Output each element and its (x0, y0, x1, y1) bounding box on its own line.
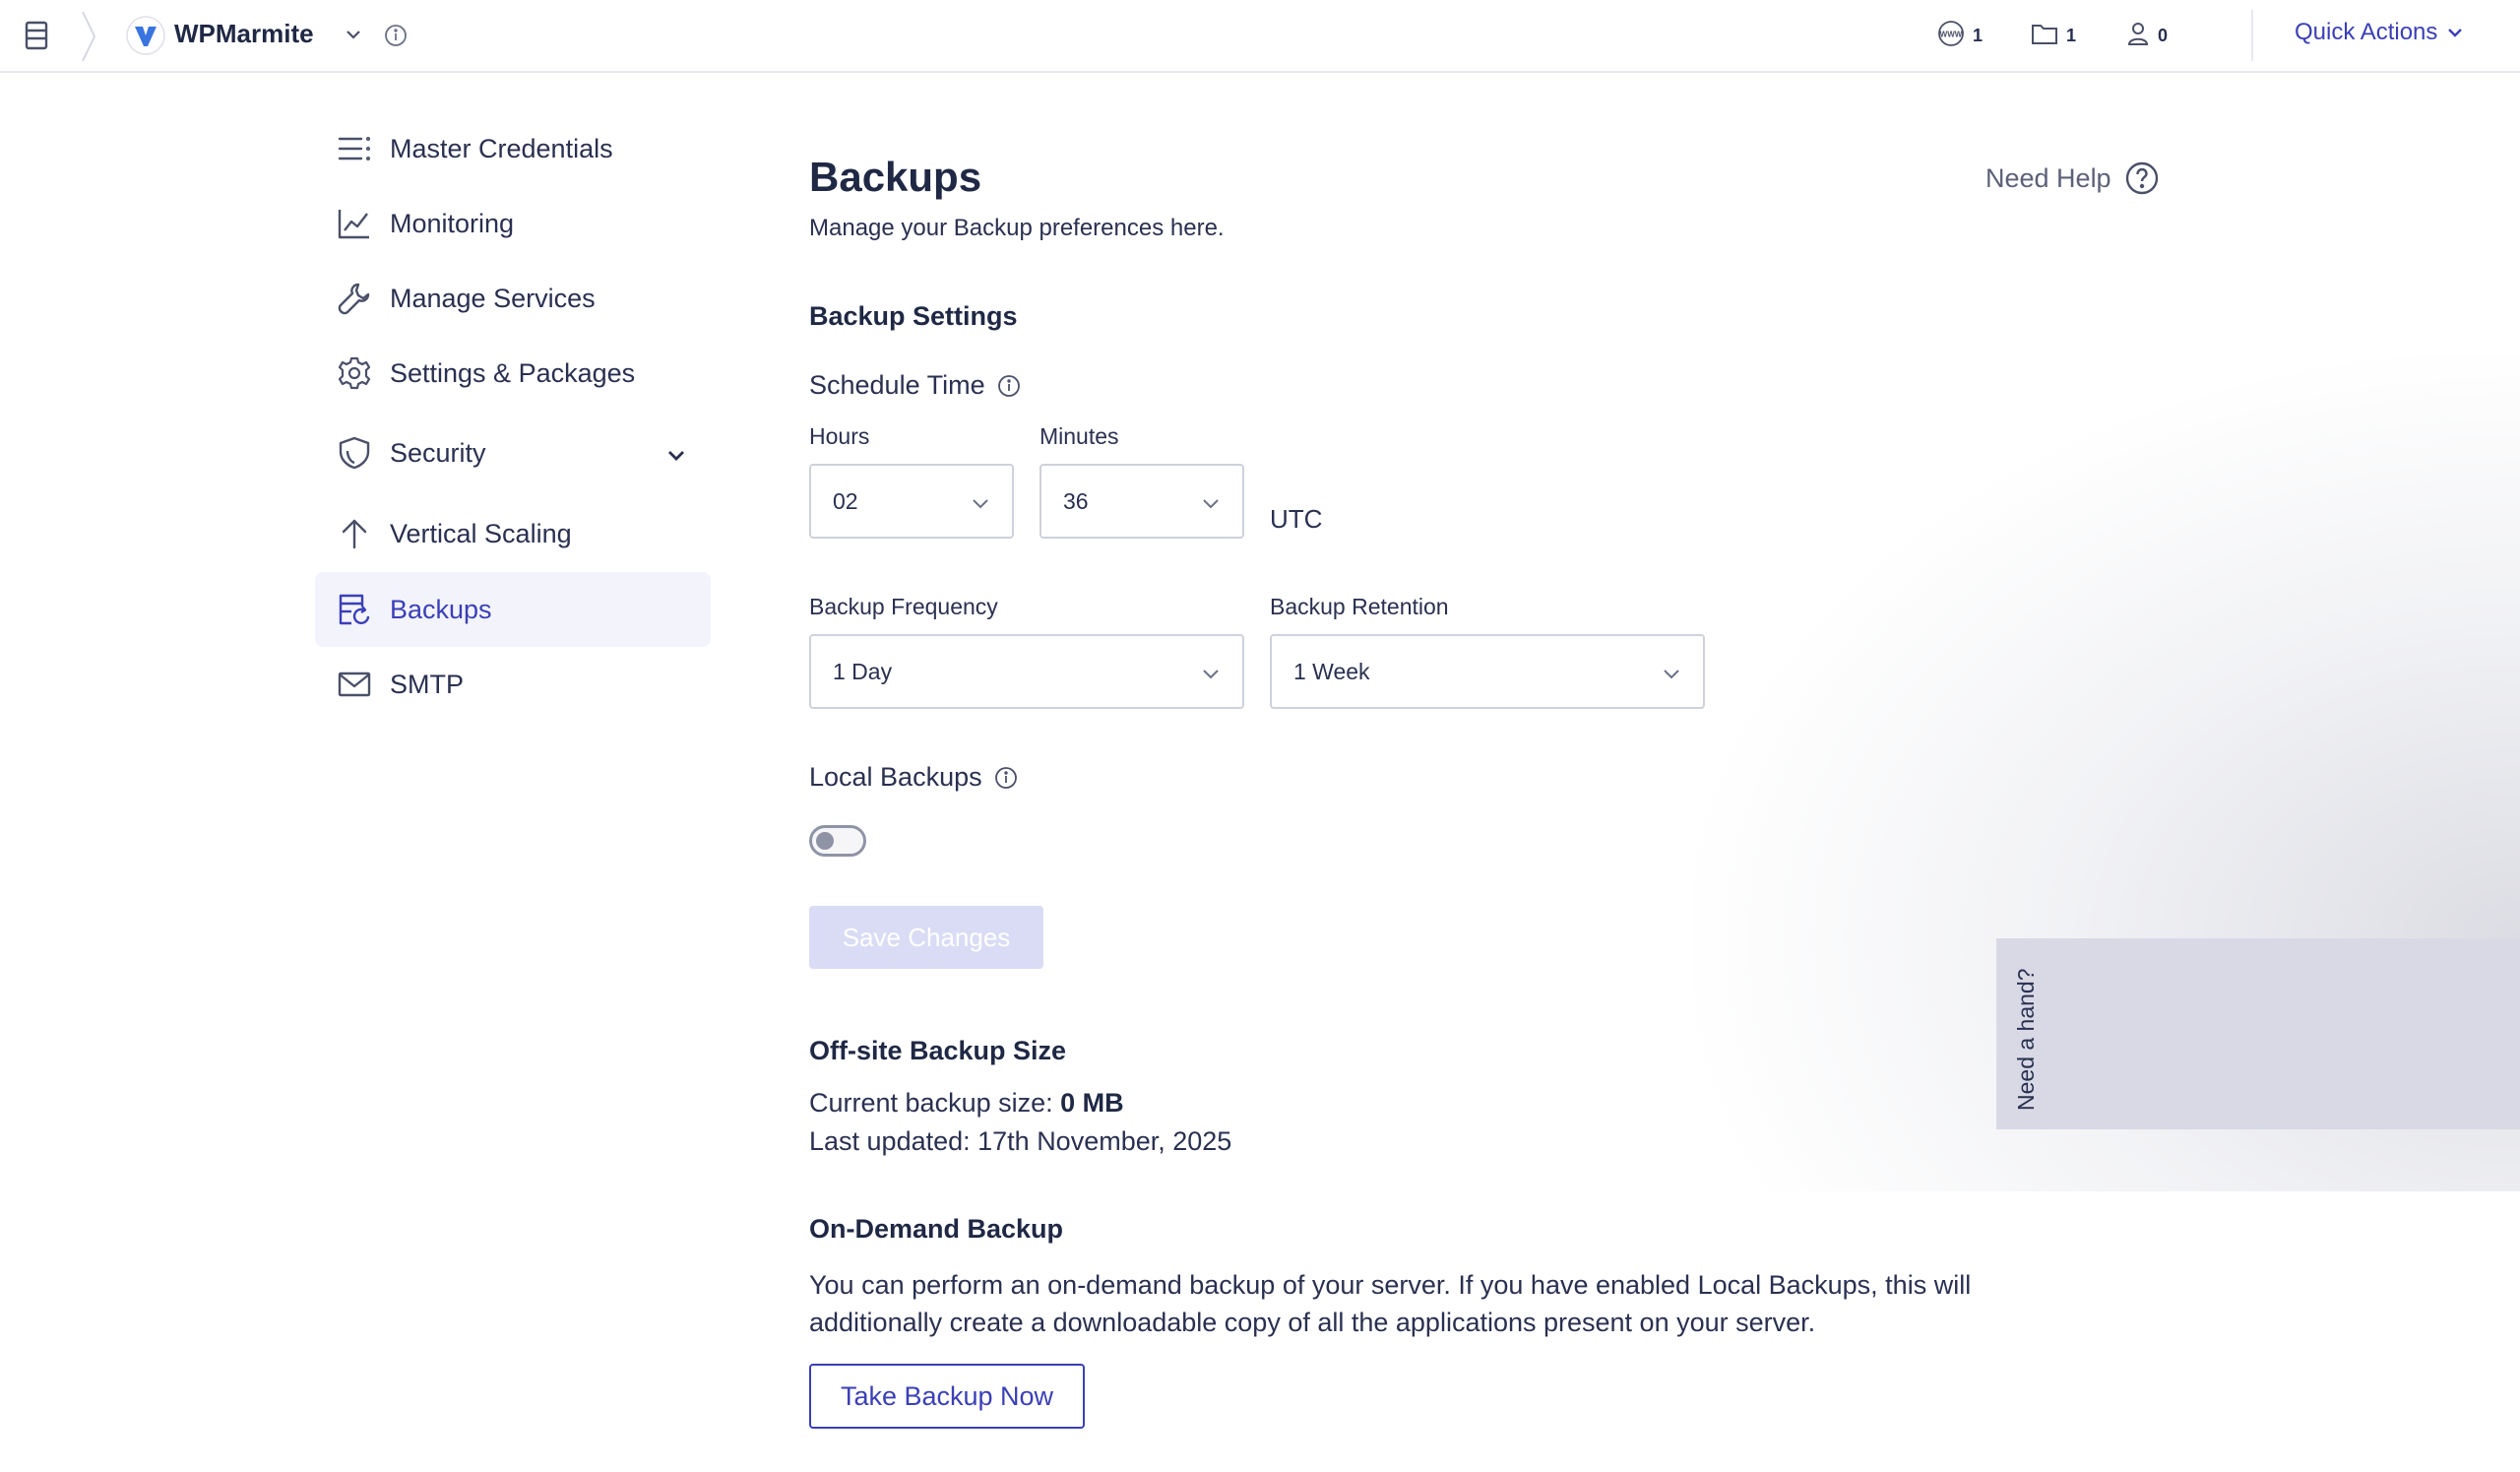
backup-retention-value: 1 Week (1293, 658, 1370, 684)
gear-icon (337, 355, 372, 391)
domains-count-value: 1 (1973, 25, 1984, 45)
user-icon (2126, 21, 2150, 51)
app-logo-icon (126, 16, 165, 55)
topbar-divider (2251, 10, 2253, 61)
need-help-label: Need Help (1985, 162, 2111, 193)
hours-label: Hours (809, 423, 870, 449)
help-circle-icon (2125, 161, 2158, 195)
chevron-down-icon (2448, 29, 2463, 37)
top-bar: WPMarmite WWW 1 1 0 Quick Actions (0, 0, 2520, 73)
backup-frequency-label: Backup Frequency (809, 594, 998, 619)
arrow-up-icon (337, 516, 372, 551)
applications-count[interactable]: 1 (2031, 22, 2076, 49)
sidebar-item-label: Monitoring (390, 208, 515, 238)
take-backup-now-button[interactable]: Take Backup Now (809, 1364, 1085, 1429)
current-size-value: 0 MB (1060, 1088, 1124, 1118)
app-info-icon[interactable] (384, 24, 408, 47)
backup-frequency-select[interactable]: 1 Day (809, 634, 1244, 709)
need-a-hand-label[interactable]: Need a hand? (2013, 968, 2040, 1111)
chevron-down-icon (1203, 670, 1219, 679)
users-count[interactable]: 0 (2126, 22, 2168, 49)
minutes-select[interactable]: 36 (1040, 464, 1244, 539)
page-title: Backups (809, 154, 982, 200)
current-backup-size: Current backup size: 0 MB (809, 1088, 1124, 1119)
info-icon[interactable] (997, 374, 1021, 398)
backup-settings-heading: Backup Settings (809, 301, 1018, 331)
users-count-value: 0 (2158, 25, 2169, 45)
app-switcher-chevron-icon[interactable] (344, 25, 363, 44)
info-icon[interactable] (994, 766, 1018, 790)
chart-line-icon (337, 206, 372, 241)
save-changes-button[interactable]: Save Changes (809, 906, 1043, 969)
timezone-label: UTC (1270, 504, 1323, 534)
schedule-time-label: Schedule Time (809, 370, 985, 400)
quick-actions-button[interactable]: Quick Actions (2295, 19, 2465, 46)
hours-value: 02 (833, 487, 858, 514)
chevron-down-icon (1203, 499, 1219, 509)
local-backups-label-row: Local Backups (809, 762, 1018, 793)
sidebar-item-master-credentials[interactable]: Master Credentials (315, 111, 711, 186)
sidebar-item-label: Manage Services (390, 283, 596, 313)
servers-menu-icon[interactable] (22, 20, 51, 51)
sidebar-item-security[interactable]: Security (315, 411, 711, 495)
schedule-time-label-row: Schedule Time (809, 370, 1021, 401)
sidebar-item-label: Security (390, 437, 486, 468)
applications-count-value: 1 (2066, 25, 2077, 45)
breadcrumb-separator-icon (79, 10, 98, 63)
sidebar-item-label: SMTP (390, 669, 465, 699)
list-icon (337, 131, 372, 166)
sidebar-item-label: Master Credentials (390, 133, 613, 163)
svg-text:WWW: WWW (1940, 30, 1963, 38)
wrench-icon (337, 281, 372, 316)
sidebar-item-monitoring[interactable]: Monitoring (315, 186, 711, 261)
local-backups-label: Local Backups (809, 762, 982, 792)
app-name[interactable]: WPMarmite (174, 19, 314, 49)
shield-icon (337, 435, 372, 471)
on-demand-description: You can perform an on-demand backup of y… (809, 1270, 1972, 1337)
chevron-down-icon[interactable] (665, 443, 687, 465)
need-help-link[interactable]: Need Help (1985, 161, 2159, 195)
need-a-hand-tab[interactable] (1996, 938, 2520, 1129)
local-backups-toggle[interactable] (809, 825, 866, 857)
sidebar-item-vertical-scaling[interactable]: Vertical Scaling (315, 495, 711, 572)
sidebar-item-smtp[interactable]: SMTP (315, 647, 711, 722)
last-updated: Last updated: 17th November, 2025 (809, 1126, 1232, 1156)
chevron-down-icon (973, 499, 988, 509)
sidebar-item-backups[interactable]: Backups (315, 572, 711, 647)
sidebar-item-manage-services[interactable]: Manage Services (315, 261, 711, 336)
backup-retention-select[interactable]: 1 Week (1270, 634, 1705, 709)
hours-select[interactable]: 02 (809, 464, 1014, 539)
sidebar-item-settings-packages[interactable]: Settings & Packages (315, 336, 711, 411)
sidebar-item-label: Vertical Scaling (390, 518, 572, 548)
page-subtitle: Manage your Backup preferences here. (809, 215, 1225, 241)
current-size-label: Current backup size: (809, 1088, 1053, 1118)
minutes-value: 36 (1063, 487, 1089, 514)
on-demand-heading: On-Demand Backup (809, 1214, 1064, 1244)
settings-sidebar: Master Credentials Monitoring Manage Ser… (315, 111, 711, 722)
chevron-down-icon (1664, 670, 1679, 679)
www-icon: WWW (1937, 20, 1965, 52)
sidebar-item-label: Backups (390, 594, 492, 624)
backup-frequency-value: 1 Day (833, 658, 893, 684)
mail-icon (337, 667, 372, 702)
offsite-backup-heading: Off-site Backup Size (809, 1036, 1067, 1065)
backup-icon (337, 592, 372, 627)
domains-count[interactable]: WWW 1 (1937, 20, 1984, 52)
sidebar-item-label: Settings & Packages (390, 357, 636, 388)
minutes-label: Minutes (1040, 423, 1119, 449)
backup-retention-label: Backup Retention (1270, 594, 1449, 619)
toggle-knob (816, 832, 834, 850)
folder-icon (2031, 21, 2058, 51)
quick-actions-label: Quick Actions (2295, 19, 2438, 45)
